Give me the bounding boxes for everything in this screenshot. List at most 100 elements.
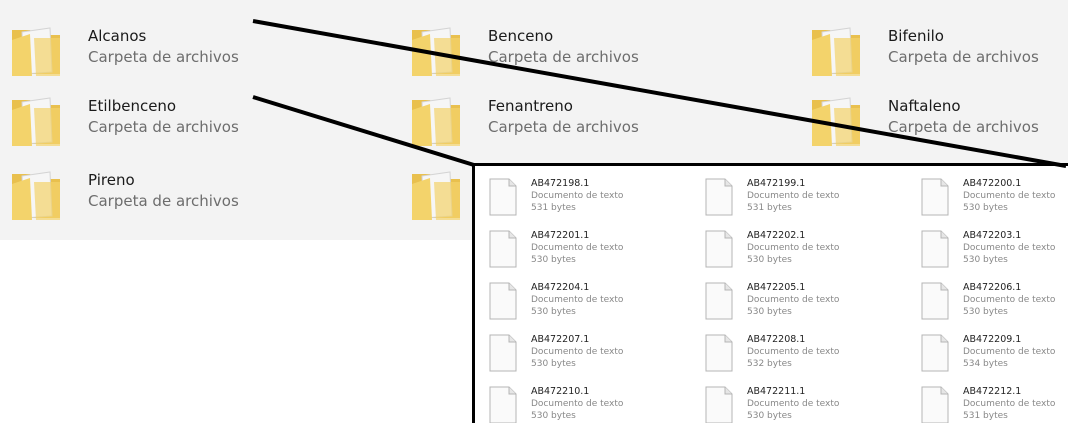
- folder-name: Fenantreno: [488, 97, 573, 115]
- folder-icon: [812, 97, 860, 146]
- file-name: AB472211.1: [747, 386, 806, 397]
- folder-name: Naftaleno: [888, 97, 961, 115]
- file-size: 530 bytes: [963, 307, 1008, 317]
- file-item[interactable]: AB472211.1 Documento de texto 530 bytes: [695, 380, 905, 423]
- file-item[interactable]: AB472198.1 Documento de texto 531 bytes: [479, 172, 689, 222]
- folder-item-alcanos[interactable]: Alcanos Carpeta de archivos: [10, 14, 310, 84]
- folder-name: Pireno: [88, 171, 135, 189]
- file-size: 531 bytes: [531, 203, 576, 213]
- file-type: Documento de texto: [963, 399, 1056, 409]
- file-name: AB472198.1: [531, 178, 590, 189]
- file-name: AB472200.1: [963, 178, 1022, 189]
- file-item[interactable]: AB472207.1 Documento de texto 530 bytes: [479, 328, 689, 378]
- folder-type: Carpeta de archivos: [88, 192, 239, 210]
- file-item[interactable]: AB472201.1 Documento de texto 530 bytes: [479, 224, 689, 274]
- folder-icon: [412, 171, 460, 220]
- folder-icon: [12, 97, 60, 146]
- file-size: 530 bytes: [531, 255, 576, 265]
- text-document-icon: [921, 282, 949, 320]
- file-size: 532 bytes: [747, 359, 792, 369]
- file-type: Documento de texto: [747, 191, 840, 201]
- folder-icon: [12, 27, 60, 76]
- file-size: 530 bytes: [531, 411, 576, 421]
- file-item[interactable]: AB472212.1 Documento de texto 531 bytes: [911, 380, 1068, 423]
- file-type: Documento de texto: [531, 191, 624, 201]
- folder-item-etilbenceno[interactable]: Etilbenceno Carpeta de archivos: [10, 84, 310, 154]
- file-name: AB472204.1: [531, 282, 590, 293]
- file-name: AB472208.1: [747, 334, 806, 345]
- file-type: Documento de texto: [531, 243, 624, 253]
- file-type: Documento de texto: [531, 399, 624, 409]
- file-type: Documento de texto: [747, 295, 840, 305]
- file-item[interactable]: AB472209.1 Documento de texto 534 bytes: [911, 328, 1068, 378]
- folder-item-pireno[interactable]: Pireno Carpeta de archivos: [10, 158, 310, 228]
- file-item[interactable]: AB472202.1 Documento de texto 530 bytes: [695, 224, 905, 274]
- folder-name: Alcanos: [88, 27, 147, 45]
- folder-type: Carpeta de archivos: [888, 48, 1039, 66]
- folder-name: Bifenilo: [888, 27, 944, 45]
- file-name: AB472206.1: [963, 282, 1022, 293]
- folder-type: Carpeta de archivos: [488, 118, 639, 136]
- file-type: Documento de texto: [963, 191, 1056, 201]
- file-item[interactable]: AB472203.1 Documento de texto 530 bytes: [911, 224, 1068, 274]
- file-size: 534 bytes: [963, 359, 1008, 369]
- text-document-icon: [705, 178, 733, 216]
- file-name: AB472205.1: [747, 282, 806, 293]
- file-size: 530 bytes: [747, 307, 792, 317]
- file-item[interactable]: AB472199.1 Documento de texto 531 bytes: [695, 172, 905, 222]
- file-size: 530 bytes: [531, 307, 576, 317]
- file-type: Documento de texto: [531, 347, 624, 357]
- folder-item-bifenilo[interactable]: Bifenilo Carpeta de archivos: [810, 14, 1068, 84]
- text-document-icon: [705, 230, 733, 268]
- file-name: AB472207.1: [531, 334, 590, 345]
- text-document-icon: [489, 282, 517, 320]
- file-type: Documento de texto: [963, 295, 1056, 305]
- text-document-icon: [489, 334, 517, 372]
- text-document-icon: [921, 230, 949, 268]
- folder-icon: [812, 27, 860, 76]
- folder-name: Benceno: [488, 27, 554, 45]
- file-size: 530 bytes: [531, 359, 576, 369]
- file-size: 530 bytes: [963, 203, 1008, 213]
- file-type: Documento de texto: [747, 347, 840, 357]
- file-item[interactable]: AB472208.1 Documento de texto 532 bytes: [695, 328, 905, 378]
- folder-item-selected[interactable]: [410, 158, 470, 228]
- file-item[interactable]: AB472204.1 Documento de texto 530 bytes: [479, 276, 689, 326]
- text-document-icon: [489, 386, 517, 423]
- file-size: 531 bytes: [963, 411, 1008, 421]
- folder-icon: [412, 97, 460, 146]
- text-document-icon: [921, 386, 949, 423]
- text-document-icon: [705, 386, 733, 423]
- file-size: 531 bytes: [747, 203, 792, 213]
- file-name: AB472199.1: [747, 178, 806, 189]
- file-item[interactable]: AB472205.1 Documento de texto 530 bytes: [695, 276, 905, 326]
- file-item[interactable]: AB472210.1 Documento de texto 530 bytes: [479, 380, 689, 423]
- file-name: AB472202.1: [747, 230, 806, 241]
- file-name: AB472203.1: [963, 230, 1022, 241]
- text-document-icon: [705, 282, 733, 320]
- folder-item-fenantreno[interactable]: Fenantreno Carpeta de archivos: [410, 84, 710, 154]
- file-size: 530 bytes: [747, 411, 792, 421]
- file-item[interactable]: AB472200.1 Documento de texto 530 bytes: [911, 172, 1068, 222]
- folder-item-benceno[interactable]: Benceno Carpeta de archivos: [410, 14, 710, 84]
- text-document-icon: [705, 334, 733, 372]
- file-name: AB472212.1: [963, 386, 1022, 397]
- file-name: AB472210.1: [531, 386, 590, 397]
- folder-icon: [412, 27, 460, 76]
- folder-type: Carpeta de archivos: [88, 118, 239, 136]
- text-document-icon: [489, 230, 517, 268]
- file-name: AB472201.1: [531, 230, 590, 241]
- folder-item-naftaleno[interactable]: Naftaleno Carpeta de archivos: [810, 84, 1068, 154]
- folder-type: Carpeta de archivos: [88, 48, 239, 66]
- text-document-icon: [921, 334, 949, 372]
- file-item[interactable]: AB472206.1 Documento de texto 530 bytes: [911, 276, 1068, 326]
- file-type: Documento de texto: [747, 399, 840, 409]
- folder-type: Carpeta de archivos: [488, 48, 639, 66]
- file-type: Documento de texto: [531, 295, 624, 305]
- file-size: 530 bytes: [747, 255, 792, 265]
- file-name: AB472209.1: [963, 334, 1022, 345]
- folder-type: Carpeta de archivos: [888, 118, 1039, 136]
- folder-icon: [12, 171, 60, 220]
- file-type: Documento de texto: [963, 347, 1056, 357]
- text-document-icon: [921, 178, 949, 216]
